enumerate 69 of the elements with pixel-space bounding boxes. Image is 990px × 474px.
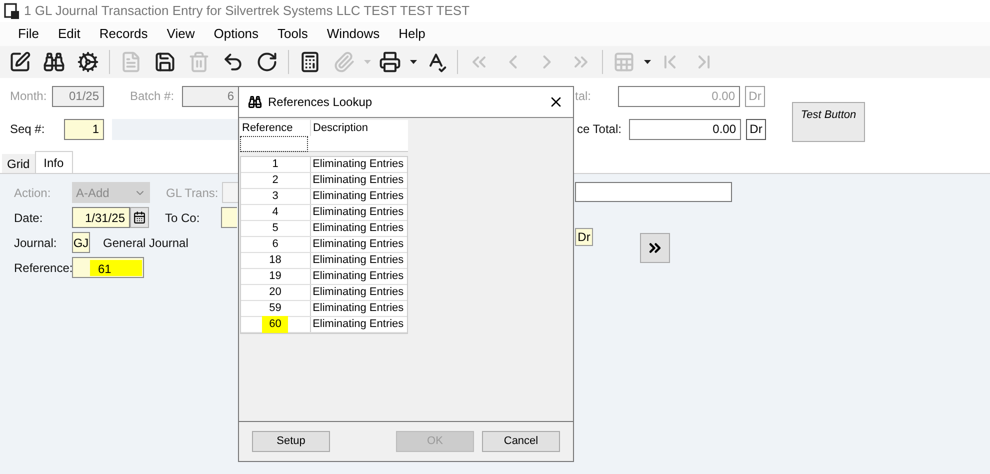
field-label: Seq #:: [10, 121, 46, 138]
dialog-button[interactable]: Cancel: [482, 431, 560, 452]
tab[interactable]: Info: [34, 151, 73, 173]
text-field[interactable]: 01/25: [52, 86, 104, 106]
binoculars-icon: [248, 95, 262, 109]
text-field[interactable]: 61: [72, 257, 144, 278]
tab[interactable]: Grid: [2, 154, 35, 173]
text-field[interactable]: 1: [64, 118, 104, 140]
table-cell[interactable]: Eliminating Entries: [310, 301, 407, 316]
table-cell[interactable]: 20: [241, 285, 310, 300]
menu-item[interactable]: Records: [93, 24, 154, 44]
field-label: ce Total:: [577, 121, 622, 138]
debit-credit-indicator: Dr: [745, 86, 765, 106]
debit-credit-indicator: Dr: [575, 228, 593, 246]
field-label: To Co:: [165, 210, 201, 226]
table-cell[interactable]: 1: [241, 157, 310, 172]
dialog-button[interactable]: Setup: [252, 431, 330, 452]
text-field[interactable]: [221, 207, 237, 228]
field-label: Journal:: [14, 234, 58, 252]
window-title: 1 GL Journal Transaction Entry for Silvertrek Systems LLC TEST TEST TEST: [24, 2, 470, 20]
test-button[interactable]: Test Button: [792, 102, 865, 142]
menu-item[interactable]: Tools: [272, 24, 314, 44]
text-field[interactable]: [575, 182, 732, 202]
field-label: General Journal: [103, 234, 188, 252]
table-cell[interactable]: Eliminating Entries: [310, 157, 407, 172]
table-cell[interactable]: 5: [241, 221, 310, 236]
calendar-button[interactable]: [130, 207, 149, 228]
field-label: Date:: [14, 210, 44, 226]
field-label: tal:: [575, 88, 592, 105]
menu-item[interactable]: Windows: [320, 24, 386, 44]
debit-credit-indicator: Dr: [746, 118, 766, 140]
text-field[interactable]: 6: [182, 86, 238, 106]
text-field[interactable]: GJ: [72, 232, 90, 253]
table-cell[interactable]: Eliminating Entries: [310, 205, 407, 220]
table-cell[interactable]: Eliminating Entries: [310, 317, 407, 332]
field-label: Action:: [14, 184, 52, 202]
table-cell[interactable]: Eliminating Entries: [310, 221, 407, 236]
text-field[interactable]: [222, 182, 238, 203]
table-cell[interactable]: 59: [241, 301, 310, 316]
text-field[interactable]: 0.00: [629, 118, 741, 140]
table-cell[interactable]: Eliminating Entries: [310, 173, 407, 188]
dialog-title: References Lookup: [268, 94, 372, 111]
table-cell[interactable]: 6: [241, 237, 310, 252]
text-field[interactable]: 1/31/25: [72, 207, 130, 228]
app-icon: [4, 3, 20, 19]
table-cell[interactable]: 2: [241, 173, 310, 188]
table-cell[interactable]: 4: [241, 205, 310, 220]
expand-button[interactable]: [640, 233, 670, 263]
table-cell[interactable]: Eliminating Entries: [310, 253, 407, 268]
table-cell[interactable]: Eliminating Entries: [310, 189, 407, 204]
table-cell[interactable]: 60: [241, 317, 310, 332]
table-cell[interactable]: 18: [241, 253, 310, 268]
field-label: Month:: [10, 88, 48, 105]
menu-item[interactable]: View: [160, 24, 201, 44]
table-cell[interactable]: Eliminating Entries: [310, 269, 407, 284]
table-cell[interactable]: 19: [241, 269, 310, 284]
menu-item[interactable]: File: [12, 24, 45, 44]
field-label: Batch #:: [130, 88, 176, 105]
field-label: GL Trans:: [166, 184, 220, 202]
menu-item[interactable]: Help: [392, 24, 432, 44]
menu-item[interactable]: Options: [208, 24, 265, 44]
calendar-icon: [133, 211, 146, 224]
menu-item[interactable]: Edit: [52, 24, 86, 44]
column-header[interactable]: Reference: [240, 120, 310, 136]
field-label: Reference:: [14, 260, 72, 276]
table-cell[interactable]: 3: [241, 189, 310, 204]
filter-field[interactable]: [240, 136, 308, 152]
table-cell[interactable]: Eliminating Entries: [310, 285, 407, 300]
table-cell[interactable]: Eliminating Entries: [310, 237, 407, 252]
